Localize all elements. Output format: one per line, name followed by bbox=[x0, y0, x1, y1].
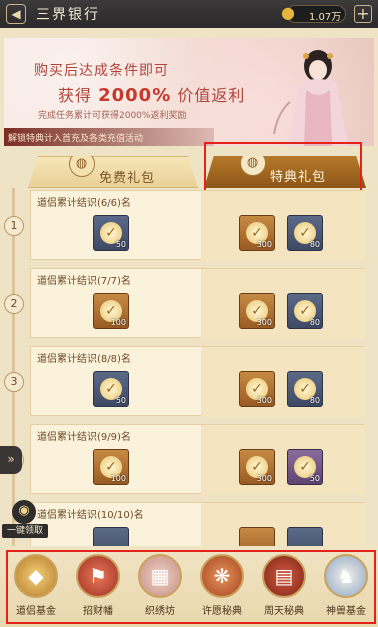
reward-list[interactable]: 1 道侣累计结识(6/6)名 ✓ 50 ✓ 300 ✓ 80 2 道侣累计结识(… bbox=[0, 188, 378, 546]
special-reward-cell bbox=[201, 503, 365, 546]
claim-all-label: 一键领取 bbox=[2, 524, 48, 538]
page-title: 三界银行 bbox=[36, 7, 100, 23]
reward-item[interactable]: ✓ 80 bbox=[287, 215, 323, 251]
row-title: 道侣累计结识(6/6)名 bbox=[37, 198, 131, 209]
reward-item[interactable]: ✓ 80 bbox=[287, 371, 323, 407]
item-quantity: 50 bbox=[309, 474, 320, 483]
special-reward-cell: ✓ 300 ✓ 80 bbox=[201, 347, 365, 417]
currency-display: ● 1.07万 bbox=[281, 3, 346, 23]
item-quantity: 100 bbox=[110, 318, 126, 327]
special-reward-cell: ✓ 300 ✓ 80 bbox=[201, 191, 365, 261]
step-marker: 3 bbox=[4, 372, 24, 392]
reward-item[interactable] bbox=[93, 527, 129, 546]
item-quantity: 300 bbox=[256, 396, 272, 405]
reward-item[interactable]: ✓ 100 bbox=[93, 293, 129, 329]
item-quantity: 300 bbox=[256, 318, 272, 327]
reward-item[interactable]: ✓ 300 bbox=[239, 371, 275, 407]
free-reward-cell: 道侣累计结识(8/8)名 ✓ 50 bbox=[31, 347, 197, 417]
reward-item[interactable]: ✓ 100 bbox=[93, 449, 129, 485]
reward-row: 道侣累计结识(8/8)名 ✓ 50 ✓ 300 ✓ 80 bbox=[30, 346, 365, 417]
banner-subtext: 完成任务累计可获得2000%返利奖励 bbox=[38, 111, 187, 121]
bottom-nav: ◆ 道侣基金 ⚑ 招财幡 ▦ 织绣坊 ❋ 许愿秘典 ▤ 周天秘典 ♞ 神兽基金 bbox=[0, 546, 378, 627]
row-title: 道侣累计结识(10/10)名 bbox=[37, 510, 144, 521]
item-quantity: 50 bbox=[115, 396, 126, 405]
reward-row: 道侣累计结识(9/9)名 ✓ 100 ✓ 300 ✓ 50 bbox=[30, 424, 365, 495]
character-illustration bbox=[273, 50, 348, 146]
banner-rebate-prefix: 获得 bbox=[58, 86, 93, 105]
tab-free-label: 免费礼包 bbox=[99, 171, 156, 186]
row-title: 道侣累计结识(9/9)名 bbox=[37, 432, 131, 443]
reward-item[interactable] bbox=[287, 527, 323, 546]
reward-item[interactable]: ✓ 50 bbox=[93, 371, 129, 407]
banner-footer-text: 解锁特典计入首充及各类充值活动 bbox=[8, 134, 144, 144]
add-currency-button[interactable]: + bbox=[354, 5, 372, 23]
item-quantity: 80 bbox=[309, 318, 320, 327]
banner-footer-strip: 解锁特典计入首充及各类充值活动 bbox=[4, 128, 214, 146]
reward-item[interactable]: ✓ 50 bbox=[93, 215, 129, 251]
plus-icon: + bbox=[356, 4, 370, 23]
banner-headline: 购买后达成条件即可 bbox=[34, 63, 169, 79]
reward-item[interactable] bbox=[239, 527, 275, 546]
tab-free-gift[interactable]: ◍ 免费礼包 bbox=[28, 156, 198, 188]
item-quantity: 80 bbox=[309, 240, 320, 249]
special-reward-cell: ✓ 300 ✓ 50 bbox=[201, 425, 365, 495]
item-quantity: 300 bbox=[256, 240, 272, 249]
reward-row: 道侣累计结识(6/6)名 ✓ 50 ✓ 300 ✓ 80 bbox=[30, 190, 365, 261]
free-reward-cell: 道侣累计结识(10/10)名 bbox=[31, 503, 197, 546]
row-title: 道侣累计结识(7/7)名 bbox=[37, 276, 131, 287]
banner-rebate-suffix: 价值返利 bbox=[177, 86, 246, 105]
free-reward-cell: 道侣累计结识(9/9)名 ✓ 100 bbox=[31, 425, 197, 495]
back-button[interactable]: ◀ bbox=[6, 4, 26, 24]
reward-item[interactable]: ✓ 300 bbox=[239, 449, 275, 485]
banner-rebate-value: 2000% bbox=[98, 85, 172, 106]
gold-ingot-icon: ● bbox=[281, 3, 295, 22]
back-arrow-icon: ◀ bbox=[11, 7, 21, 21]
chevron-right-icon: » bbox=[7, 452, 15, 466]
progress-track bbox=[12, 188, 15, 546]
promo-banner: 购买后达成条件即可 获得 2000% 价值返利 完成任务累计可获得2000%返利… bbox=[4, 38, 374, 146]
claim-all-icon: ◉ bbox=[12, 500, 36, 524]
reward-item[interactable]: ✓ 50 bbox=[287, 449, 323, 485]
item-quantity: 50 bbox=[115, 240, 126, 249]
top-bar: ◀ 三界银行 ● 1.07万 + bbox=[0, 0, 378, 28]
reward-row: 道侣累计结识(7/7)名 ✓ 100 ✓ 300 ✓ 80 bbox=[30, 268, 365, 339]
currency-amount: 1.07万 bbox=[309, 12, 342, 23]
free-reward-cell: 道侣累计结识(7/7)名 ✓ 100 bbox=[31, 269, 197, 339]
item-quantity: 100 bbox=[110, 474, 126, 483]
item-quantity: 80 bbox=[309, 396, 320, 405]
step-marker: 1 bbox=[4, 216, 24, 236]
step-marker: 2 bbox=[4, 294, 24, 314]
nav-highlight-frame bbox=[6, 550, 376, 624]
reward-item[interactable]: ✓ 300 bbox=[239, 215, 275, 251]
item-quantity: 300 bbox=[256, 474, 272, 483]
tab-highlight-frame bbox=[204, 142, 362, 194]
free-reward-cell: 道侣累计结识(6/6)名 ✓ 50 bbox=[31, 191, 197, 261]
row-title: 道侣累计结识(8/8)名 bbox=[37, 354, 131, 365]
gift-bag-icon: ◍ bbox=[69, 156, 95, 177]
reward-item[interactable]: ✓ 300 bbox=[239, 293, 275, 329]
banner-rebate: 获得 2000% 价值返利 bbox=[58, 82, 245, 106]
reward-row: 道侣累计结识(10/10)名 bbox=[30, 502, 365, 546]
side-menu-handle[interactable]: » bbox=[0, 446, 22, 474]
claim-all-button[interactable]: ◉ 一键领取 bbox=[2, 500, 48, 540]
special-reward-cell: ✓ 300 ✓ 80 bbox=[201, 269, 365, 339]
reward-item[interactable]: ✓ 80 bbox=[287, 293, 323, 329]
